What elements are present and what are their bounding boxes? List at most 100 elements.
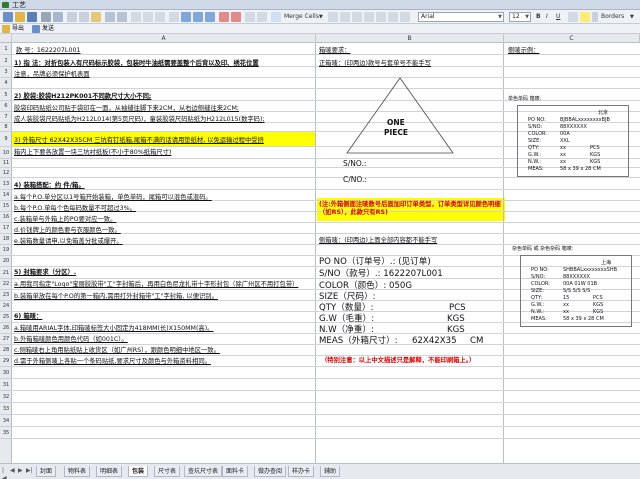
shipping-mark-rule-d[interactable]: d.需于外箱侧唛上各贴一个条码贴纸,要求尺寸及颜色与外箱资料相同。 xyxy=(14,358,211,366)
row-header[interactable]: 13 xyxy=(0,178,12,190)
row-header[interactable]: 1 xyxy=(0,43,12,55)
shipping-mark-rule-b[interactable]: b.外箱箱唛颜色用颜色代码（如001C）。 xyxy=(14,336,128,344)
new-icon[interactable] xyxy=(3,12,13,22)
font-size-select[interactable]: 12 ▼ xyxy=(509,12,531,22)
format-painter-icon[interactable] xyxy=(328,12,338,22)
merge-cells-icon[interactable] xyxy=(271,12,281,22)
sheet-tab[interactable]: 查坑尺寸表 xyxy=(184,466,223,477)
copy-icon[interactable] xyxy=(79,12,89,22)
save-icon[interactable] xyxy=(27,12,37,22)
row-header[interactable]: 3 xyxy=(0,67,12,78)
size-label[interactable]: SIZE（尺码）: xyxy=(319,292,376,302)
highlight-icon[interactable] xyxy=(580,12,590,22)
qty-label[interactable]: QTY（数量）: xyxy=(319,303,374,313)
side-mark-example-header[interactable]: 侧唛示例： xyxy=(508,47,539,55)
side-mark-note[interactable]: 侧箱唛：(印两边)上面全部内容都不能手写 xyxy=(319,237,437,245)
next-sheet-icon[interactable]: ▶ xyxy=(18,467,23,475)
row-header[interactable]: 30 xyxy=(0,367,12,379)
row-header[interactable]: 2 xyxy=(0,55,12,67)
fill-color-icon[interactable] xyxy=(352,12,362,22)
main-mark-note[interactable]: 正箱唛：(印两边)款号与套单号不能手写 xyxy=(319,60,431,68)
sheet-tab[interactable]: 辅助 xyxy=(320,466,341,477)
packing-method-note[interactable]: 注意，吊牌必须保护机表面 xyxy=(14,71,90,79)
bold-button[interactable]: B xyxy=(536,12,541,22)
row-header[interactable]: 15 xyxy=(0,201,12,212)
row-header[interactable]: 11 xyxy=(0,159,12,168)
row-header[interactable]: 20 xyxy=(0,256,12,267)
packing-rule-b[interactable]: b.每个P.O.单每个色每码数量不可超过3%。 xyxy=(14,205,136,213)
row-header[interactable]: 35 xyxy=(0,427,12,439)
row-header[interactable]: 5 xyxy=(0,89,12,101)
align-right-icon[interactable] xyxy=(155,12,165,22)
percent-icon[interactable] xyxy=(388,12,398,22)
send-icon[interactable] xyxy=(32,25,40,33)
number-format-icon[interactable] xyxy=(376,12,386,22)
packing-assortment[interactable]: 4) 装箱搭配：约 件/箱。 xyxy=(14,182,85,190)
preview-icon[interactable] xyxy=(53,12,63,22)
clear-format-icon[interactable] xyxy=(340,12,350,22)
sheet-tab[interactable]: 封面 xyxy=(36,466,57,477)
row-header[interactable]: 17 xyxy=(0,223,12,234)
print-icon[interactable] xyxy=(41,12,51,22)
sheet-tab[interactable]: 面料卡 xyxy=(222,466,249,477)
polybag-sticker-position[interactable]: 胶袋印码贴纸公司贴于袋印在一面，从袖缝往脚下来2CM，从右边侧缝往来2CM; xyxy=(14,105,239,113)
shipping-mark-rule-c[interactable]: c.侧箱唛右上角用贴纸贴上收货区（如广州RS），跟颜色明细中地区一致。 xyxy=(14,347,220,355)
insert-row-icon[interactable] xyxy=(193,12,203,22)
select-all-corner[interactable] xyxy=(0,34,12,43)
row-header[interactable]: 16 xyxy=(0,212,12,223)
gross-weight-label[interactable]: G.W（毛重）: xyxy=(319,314,374,324)
row-header[interactable]: 8 xyxy=(0,123,12,132)
special-note[interactable]: （特别注意：以上中文描述只是解释，不能印刷箱上。） xyxy=(321,357,475,365)
row-header[interactable]: 12 xyxy=(0,168,12,178)
insert-column-icon[interactable] xyxy=(205,12,215,22)
paste-icon[interactable] xyxy=(91,12,101,22)
underline-button[interactable]: U xyxy=(556,12,560,22)
sealing-requirement[interactable]: 5) 封箱要求（分区）. xyxy=(14,269,76,277)
column-header-c[interactable]: C xyxy=(504,34,640,43)
row-header[interactable]: 21 xyxy=(0,267,12,279)
row-header[interactable]: 22 xyxy=(0,279,12,290)
border-style-icon[interactable] xyxy=(592,12,598,22)
style-number-label[interactable]: S/NO（款号）.: 1622207L001 xyxy=(319,269,443,279)
row-header[interactable]: 34 xyxy=(0,415,12,427)
decimal-icon[interactable] xyxy=(400,12,410,22)
polybag-requirement[interactable]: 2) 胶袋:胶袋H212PK001不同款尺寸大小不同; xyxy=(14,93,151,101)
wrap-text-icon[interactable] xyxy=(169,12,179,22)
net-weight-label[interactable]: N.W（净重）: xyxy=(319,325,374,335)
prev-sheet-icon[interactable]: ◀ xyxy=(10,467,15,475)
borders-button[interactable]: Borders xyxy=(601,12,624,22)
row-header[interactable]: 29 xyxy=(0,356,12,367)
row-header[interactable]: 26 xyxy=(0,323,12,334)
packing-rule-c[interactable]: c.装箱单与外箱上的PO要对应一致。 xyxy=(14,216,116,224)
align-left-icon[interactable] xyxy=(131,12,141,22)
shipping-mark-requirement[interactable]: 箱唛要求： xyxy=(319,47,350,55)
model-number[interactable]: 款 号：1622207L001 xyxy=(16,47,80,55)
sheet-tab[interactable]: 尺寸表 xyxy=(154,466,181,477)
sealing-rule-a[interactable]: a.用我司指定"Logo"宝丽胶胶带"工"字封箱后，再用白色尼龙扎带十字形封包（… xyxy=(14,281,298,289)
insert-table-icon[interactable] xyxy=(181,12,191,22)
packing-method[interactable]: 1) 指 法：对折包装入有尺码标示胶袋，包装时牛油纸需要盖整个后背以及印、绣花位… xyxy=(14,60,259,68)
color-label[interactable]: COLOR（颜色）: 050G xyxy=(319,281,412,291)
measurement-label[interactable]: MEAS（外箱尺寸）: xyxy=(319,336,398,346)
sort-icon[interactable] xyxy=(245,12,255,22)
po-number-label[interactable]: PO NO（订单号）.: (见订单) xyxy=(319,257,431,267)
sheet-tab[interactable]: 明细表 xyxy=(96,466,123,477)
first-sheet-icon[interactable]: |◀ xyxy=(2,467,7,479)
send-button[interactable]: 发送 xyxy=(42,24,54,34)
row-header[interactable]: 25 xyxy=(0,312,12,323)
merge-dropdown-icon[interactable]: ▼ xyxy=(319,12,323,22)
sheet-tab[interactable]: 样办卡 xyxy=(288,466,315,477)
delete-column-icon[interactable] xyxy=(231,12,241,22)
filter-icon[interactable] xyxy=(257,12,267,22)
export-icon[interactable] xyxy=(2,25,10,33)
carton-size[interactable]: 3) 外箱尺寸 62X42X35CM 三坑有钉纸箱,尾箱不满的话请用垫纸材, 以… xyxy=(14,137,264,145)
row-header[interactable]: 18 xyxy=(0,234,12,245)
polybag-size-sticker[interactable]: 成人装胶袋尺码贴纸为H212L014(第5页尺码)，童装胶袋尺码贴纸为H212L… xyxy=(14,116,265,124)
row-header[interactable]: 4 xyxy=(0,78,12,89)
redo-icon[interactable] xyxy=(117,12,127,22)
row-header[interactable]: 31 xyxy=(0,379,12,391)
sealing-rule-b[interactable]: b.装箱单放在每个P.O的第一箱内,需用打外封箱带"工"字封箱, 以便识别。 xyxy=(14,293,218,301)
column-header-a[interactable]: A xyxy=(12,34,316,43)
row-header[interactable]: 27 xyxy=(0,334,12,345)
sheet-tab[interactable]: 物料表 xyxy=(64,466,91,477)
